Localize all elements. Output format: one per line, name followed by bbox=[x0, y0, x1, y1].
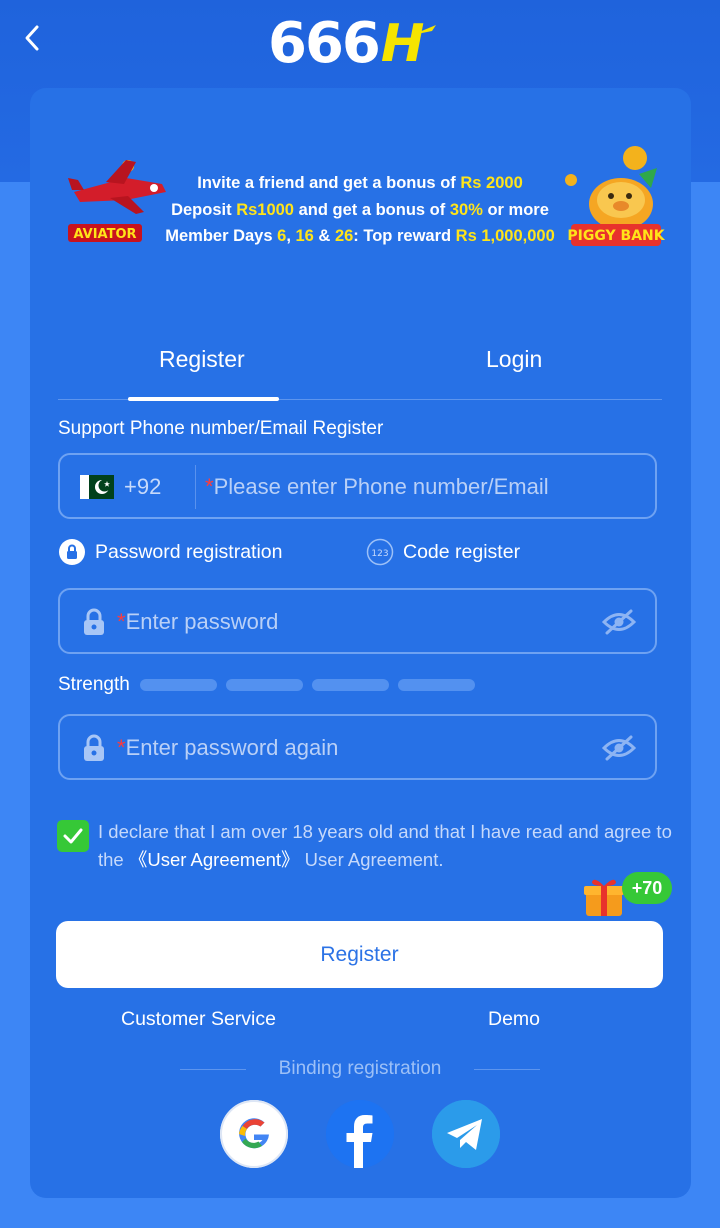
strength-bar bbox=[225, 679, 303, 691]
demo-link[interactable]: Demo bbox=[488, 1008, 540, 1031]
user-agreement-link[interactable]: 《User Agreement》 bbox=[129, 849, 300, 870]
agreement-text: I declare that I am over 18 years old an… bbox=[98, 821, 672, 870]
strength-bar bbox=[397, 679, 475, 691]
binding-registration: Binding registration bbox=[180, 1058, 540, 1082]
back-button[interactable] bbox=[14, 20, 50, 56]
brand-logo: 666 H bbox=[268, 14, 438, 74]
code-register-option[interactable]: 123 Code register bbox=[366, 538, 520, 566]
agreement-checkbox[interactable] bbox=[57, 820, 89, 852]
active-tab-indicator bbox=[128, 397, 279, 401]
lock-icon bbox=[84, 734, 104, 761]
customer-service-link[interactable]: Customer Service bbox=[121, 1008, 276, 1031]
registration-mode-row: Password registration 123 Code register bbox=[58, 538, 658, 570]
aviator-label: AVIATOR bbox=[73, 227, 136, 242]
lock-circle-icon bbox=[59, 539, 85, 565]
logo-number: 666 bbox=[268, 11, 381, 76]
password-registration-option[interactable]: Password registration bbox=[58, 538, 283, 566]
google-icon bbox=[220, 1100, 288, 1168]
phone-email-field[interactable]: +92 *Please enter Phone number/Email bbox=[58, 453, 657, 519]
piggy-label: PIGGY BANK bbox=[567, 228, 665, 244]
binding-registration-label: Binding registration bbox=[278, 1058, 442, 1079]
register-button[interactable]: Register bbox=[56, 921, 663, 988]
confirm-password-field[interactable]: *Enter password again bbox=[58, 714, 657, 780]
checkmark-icon bbox=[63, 828, 83, 844]
code-123-icon: 123 bbox=[366, 538, 394, 566]
auth-tabs: Register Login bbox=[58, 334, 662, 401]
promo-text: Invite a friend and get a bonus of Rs 20… bbox=[150, 170, 570, 250]
eye-hidden-icon[interactable] bbox=[601, 734, 637, 762]
password-registration-label: Password registration bbox=[95, 540, 283, 563]
logo-plane-icon bbox=[412, 25, 437, 35]
google-login-button[interactable] bbox=[220, 1100, 288, 1168]
field-divider bbox=[195, 465, 196, 509]
divider-line bbox=[474, 1069, 540, 1070]
code-register-label: Code register bbox=[403, 540, 521, 563]
promo-line-1: Invite a friend and get a bonus of Rs 20… bbox=[197, 174, 523, 192]
telegram-login-button[interactable] bbox=[432, 1100, 500, 1168]
gift-icon bbox=[584, 879, 624, 916]
password-field[interactable]: *Enter password bbox=[58, 588, 657, 654]
pakistan-flag-icon bbox=[80, 475, 114, 499]
register-card: AVIATOR Invite a friend and get a bonus … bbox=[30, 88, 691, 1198]
password-input[interactable]: *Enter password bbox=[117, 609, 278, 635]
confirm-password-input[interactable]: *Enter password again bbox=[117, 735, 338, 761]
promo-line-3: Member Days 6, 16 & 26: Top reward Rs 1,… bbox=[165, 227, 555, 245]
bonus-badge: +70 bbox=[622, 872, 672, 904]
strength-bar bbox=[311, 679, 389, 691]
eye-hidden-icon[interactable] bbox=[601, 608, 637, 636]
chevron-left-icon bbox=[25, 25, 39, 51]
lock-icon bbox=[84, 608, 104, 635]
strength-label: Strength bbox=[58, 674, 130, 695]
tab-register[interactable]: Register bbox=[159, 346, 245, 373]
divider-line bbox=[180, 1069, 246, 1070]
phone-email-input[interactable]: *Please enter Phone number/Email bbox=[205, 474, 549, 500]
facebook-icon bbox=[326, 1100, 394, 1168]
tab-login[interactable]: Login bbox=[486, 346, 542, 373]
svg-text:123: 123 bbox=[371, 549, 388, 559]
strength-bar bbox=[139, 679, 217, 691]
promo-line-2: Deposit Rs1000 and get a bonus of 30% or… bbox=[171, 200, 549, 219]
password-strength-meter: Strength bbox=[58, 672, 558, 698]
country-code-selector[interactable]: +92 bbox=[124, 474, 161, 500]
promo-banner[interactable]: AVIATOR Invite a friend and get a bonus … bbox=[30, 88, 691, 288]
telegram-icon bbox=[432, 1100, 500, 1168]
register-section-label: Support Phone number/Email Register bbox=[58, 418, 384, 439]
piggy-bank-icon: PIGGY BANK bbox=[565, 146, 665, 246]
facebook-login-button[interactable] bbox=[326, 1100, 394, 1168]
